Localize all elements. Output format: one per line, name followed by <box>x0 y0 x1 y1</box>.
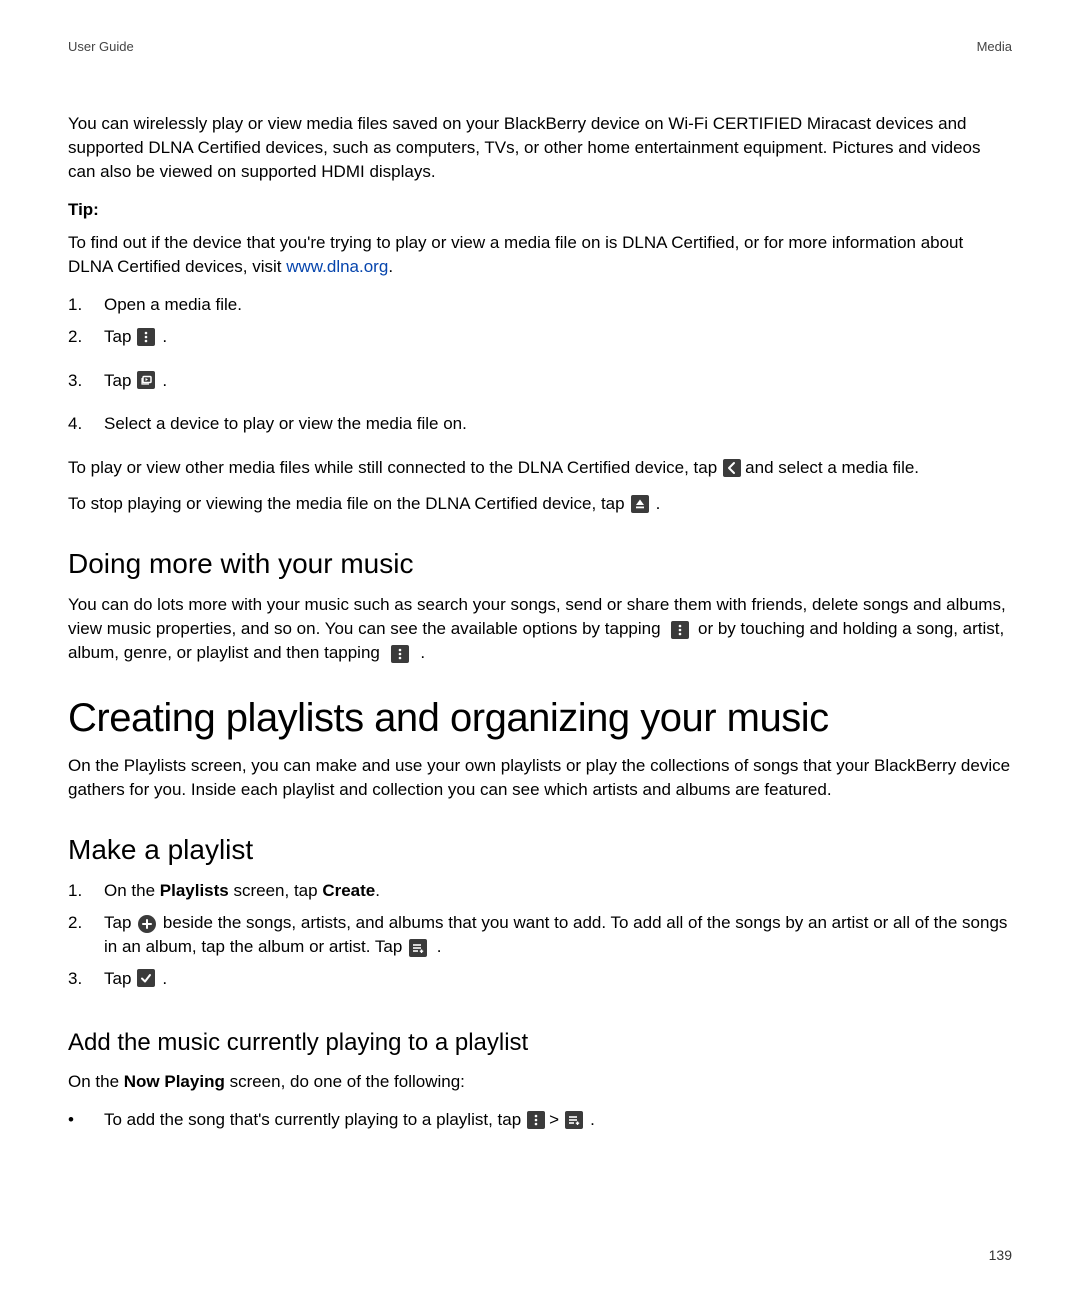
text-pre: To stop playing or viewing the media fil… <box>68 492 625 516</box>
step-text: Select a device to play or view the medi… <box>104 412 1012 436</box>
step-text: Tap . <box>104 325 1012 349</box>
text-mid: screen, tap <box>229 881 323 900</box>
step-3: 3. Tap . <box>68 967 1012 1003</box>
check-icon <box>137 969 155 987</box>
bold-playlists: Playlists <box>160 881 229 900</box>
step-number: 3. <box>68 967 104 991</box>
bold-now-playing: Now Playing <box>124 1072 225 1091</box>
step-number: 3. <box>68 369 104 393</box>
text-mid: beside the songs, artists, and albums th… <box>104 913 1007 956</box>
creating-playlists-paragraph: On the Playlists screen, you can make an… <box>68 754 1012 802</box>
dot: . <box>590 1108 595 1132</box>
after-paragraph-2: To stop playing or viewing the media fil… <box>68 492 1012 516</box>
tip-paragraph: To find out if the device that you're tr… <box>68 231 1012 279</box>
steps-make-playlist: 1. On the Playlists screen, tap Create. … <box>68 879 1012 1002</box>
step-3: 3. Tap . <box>68 369 1012 405</box>
step-text: Open a media file. <box>104 293 1012 317</box>
dot: . <box>656 492 661 516</box>
text-pre: Tap <box>104 913 136 932</box>
bullet-1: To add the song that's currently playing… <box>68 1108 1012 1144</box>
dot: . <box>162 369 167 393</box>
text-pre: Tap <box>104 325 131 349</box>
step-1: 1. On the Playlists screen, tap Create. <box>68 879 1012 903</box>
step-number: 2. <box>68 325 104 349</box>
step-2: 2. Tap beside the songs, artists, and al… <box>68 911 1012 959</box>
tip-text-pre: To find out if the device that you're tr… <box>68 233 963 276</box>
text-post: screen, do one of the following: <box>225 1072 465 1091</box>
more-vert-icon <box>391 645 409 663</box>
text-post: and select a media file. <box>745 456 919 480</box>
eject-icon <box>631 495 649 513</box>
step-number: 2. <box>68 911 104 935</box>
bullet-text: To add the song that's currently playing… <box>104 1108 599 1132</box>
back-icon <box>723 459 741 477</box>
heading-add-current: Add the music currently playing to a pla… <box>68 1026 1012 1060</box>
more-vert-icon <box>527 1111 545 1129</box>
more-vert-icon <box>671 621 689 639</box>
more-music-paragraph: You can do lots more with your music suc… <box>68 593 1012 664</box>
dot: . <box>437 937 442 956</box>
tip-label: Tip: <box>68 198 1012 222</box>
more-vert-icon <box>137 328 155 346</box>
bold-create: Create <box>322 881 375 900</box>
text-pre: On the <box>68 1072 124 1091</box>
heading-make-playlist: Make a playlist <box>68 830 1012 869</box>
page-header: User Guide Media <box>68 38 1012 56</box>
header-right: Media <box>977 38 1012 56</box>
text-post: . <box>375 881 380 900</box>
dot: . <box>162 967 167 991</box>
text-pre: Tap <box>104 369 131 393</box>
heading-more-music: Doing more with your music <box>68 544 1012 583</box>
dot: . <box>162 325 167 349</box>
page-number: 139 <box>989 1246 1012 1266</box>
text-pre: On the <box>104 881 160 900</box>
tip-text-post: . <box>388 257 393 276</box>
dot: . <box>420 643 425 662</box>
step-1: 1. Open a media file. <box>68 293 1012 317</box>
separator: > <box>549 1108 559 1132</box>
step-2: 2. Tap . <box>68 325 1012 361</box>
add-icon <box>138 915 156 933</box>
text-pre: To add the song that's currently playing… <box>104 1108 521 1132</box>
after-paragraph-1: To play or view other media files while … <box>68 456 1012 480</box>
header-left: User Guide <box>68 38 134 56</box>
play-on-icon <box>137 371 155 389</box>
heading-creating-playlists: Creating playlists and organizing your m… <box>68 690 1012 746</box>
dlna-link[interactable]: www.dlna.org <box>286 257 388 276</box>
add-current-paragraph: On the Now Playing screen, do one of the… <box>68 1070 1012 1094</box>
step-text: Tap . <box>104 967 1012 991</box>
add-to-playlist-icon <box>565 1111 583 1129</box>
page: User Guide Media You can wirelessly play… <box>0 0 1080 1296</box>
step-text: On the Playlists screen, tap Create. <box>104 879 1012 903</box>
add-current-bullets: To add the song that's currently playing… <box>68 1108 1012 1144</box>
step-number: 1. <box>68 293 104 317</box>
step-number: 1. <box>68 879 104 903</box>
text-pre: To play or view other media files while … <box>68 456 717 480</box>
steps-list-1: 1. Open a media file. 2. Tap . 3. Tap <box>68 293 1012 436</box>
text-pre: Tap <box>104 967 131 991</box>
step-text: Tap beside the songs, artists, and album… <box>104 911 1012 959</box>
step-text: Tap . <box>104 369 1012 393</box>
step-number: 4. <box>68 412 104 436</box>
intro-paragraph: You can wirelessly play or view media fi… <box>68 112 1012 183</box>
step-4: 4. Select a device to play or view the m… <box>68 412 1012 436</box>
add-to-playlist-icon <box>409 939 427 957</box>
